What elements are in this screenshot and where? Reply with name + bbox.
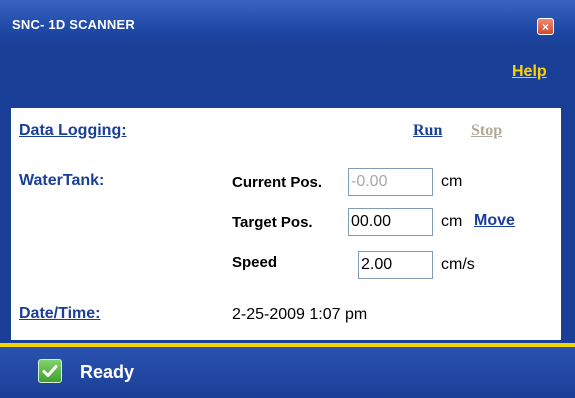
title-bar: SNC- 1D SCANNER ×: [0, 0, 575, 46]
help-link[interactable]: Help: [512, 63, 547, 81]
scanner-window: SNC- 1D SCANNER × Help Data Logging: Run…: [0, 0, 575, 398]
target-pos-input[interactable]: 00.00: [348, 208, 433, 236]
speed-unit: cm/s: [441, 256, 475, 273]
run-link[interactable]: Run: [413, 122, 442, 140]
close-button[interactable]: ×: [537, 18, 554, 35]
current-pos-unit: cm: [441, 173, 463, 190]
status-text: Ready: [80, 362, 135, 382]
window-title: SNC- 1D SCANNER: [12, 17, 135, 32]
control-panel: Data Logging: Run Stop WaterTank: Curren…: [11, 108, 561, 340]
date-time-link[interactable]: Date/Time:: [19, 305, 101, 323]
water-tank-label: WaterTank:: [19, 172, 105, 189]
current-pos-field: -0.00: [348, 168, 433, 196]
current-pos-label: Current Pos.: [232, 174, 323, 191]
date-time-value: 2-25-2009 1:07 pm: [232, 306, 368, 323]
data-logging-link[interactable]: Data Logging:: [19, 122, 127, 140]
stop-link[interactable]: Stop: [471, 122, 502, 140]
target-pos-unit: cm: [441, 213, 463, 230]
target-pos-label: Target Pos.: [232, 214, 313, 231]
speed-label: Speed: [232, 254, 278, 271]
status-bar: Ready: [0, 347, 575, 398]
speed-input[interactable]: 2.00: [358, 251, 433, 279]
checkmark-icon: [38, 359, 62, 383]
move-link[interactable]: Move: [474, 212, 515, 230]
close-icon: ×: [541, 20, 549, 34]
